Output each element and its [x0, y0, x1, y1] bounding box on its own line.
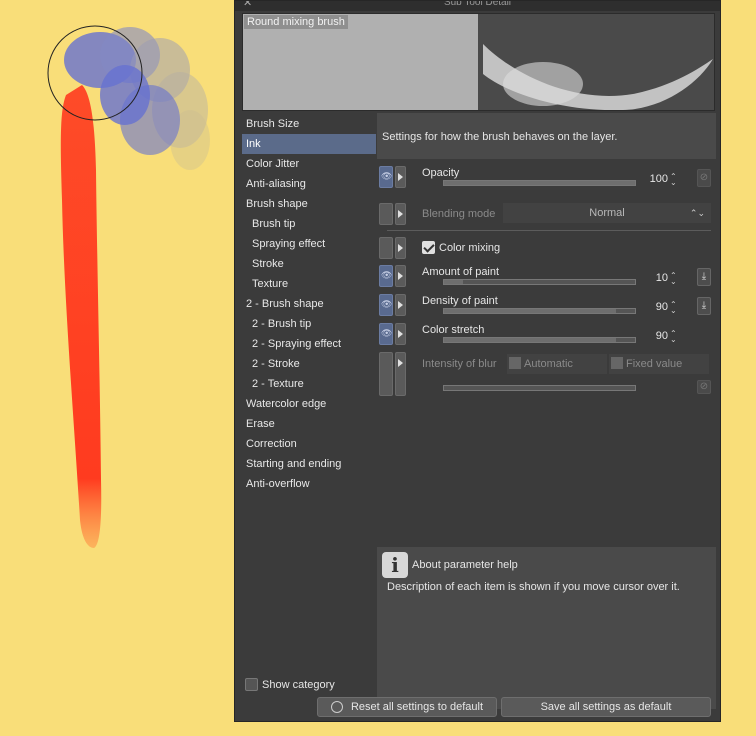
amount-visibility-toggle[interactable]: 👁: [379, 265, 393, 287]
blending-expand-button[interactable]: [395, 203, 406, 225]
chevron-updown-icon: ⌃⌄: [689, 208, 705, 218]
amount-of-paint-value[interactable]: 10: [638, 272, 668, 284]
help-description: Description of each item is shown if you…: [387, 581, 680, 593]
color-stretch-slider[interactable]: [443, 337, 636, 343]
sidebar-item[interactable]: Anti-overflow: [242, 474, 376, 494]
sidebar-item[interactable]: Watercolor edge: [242, 394, 376, 414]
amount-of-paint-label: Amount of paint: [422, 266, 500, 278]
sidebar-item[interactable]: Brush tip: [242, 214, 376, 234]
color-stretch-value[interactable]: 90: [638, 330, 668, 342]
blur-fixed-label: Fixed value: [626, 358, 683, 370]
amount-pressure-icon[interactable]: ⤓: [697, 268, 711, 286]
blur-automatic-label: Automatic: [524, 358, 573, 370]
sidebar-item[interactable]: 2 - Brush tip: [242, 314, 376, 334]
opacity-spinner[interactable]: ⌃ ⌄: [670, 173, 677, 187]
parameter-help-panel: i About parameter help Description of ea…: [377, 547, 716, 709]
intensity-of-blur-slider[interactable]: [443, 385, 636, 391]
blur-pressure-icon[interactable]: ⊘: [697, 380, 711, 394]
title-bar: ✕ Sub Tool Detail: [235, 1, 720, 11]
sidebar-item[interactable]: Anti-aliasing: [242, 174, 376, 194]
help-title: About parameter help: [412, 559, 518, 571]
reset-all-button[interactable]: Reset all settings to default: [317, 697, 497, 717]
red-stroke: [60, 85, 102, 548]
save-all-button[interactable]: Save all settings as default: [501, 697, 711, 717]
density-spinner[interactable]: ⌃ ⌄: [670, 301, 677, 315]
sidebar-item[interactable]: Erase: [242, 414, 376, 434]
show-category-label: Show category: [262, 678, 335, 691]
blur-visibility-toggle[interactable]: [379, 352, 393, 396]
blending-mode-select[interactable]: Normal ⌃⌄: [503, 203, 711, 223]
category-description: Settings for how the brush behaves on th…: [377, 113, 716, 159]
tool-name-label: Round mixing brush: [244, 15, 348, 29]
sidebar-item[interactable]: 2 - Spraying effect: [242, 334, 376, 354]
show-category-option[interactable]: Show category: [245, 678, 335, 691]
eye-icon: 👁: [381, 270, 393, 280]
opacity-visibility-toggle[interactable]: 👁: [379, 166, 393, 188]
intensity-of-blur-label: Intensity of blur: [422, 358, 497, 370]
brush-strokes: [47, 25, 210, 548]
sidebar-item[interactable]: Correction: [242, 434, 376, 454]
eye-icon: 👁: [381, 328, 393, 338]
opacity-value[interactable]: 100: [638, 173, 668, 185]
brush-preview: Round mixing brush: [242, 13, 715, 111]
category-sidebar: Brush Size Ink Color Jitter Anti-aliasing Br…: [242, 114, 376, 709]
blending-mode-label: Blending mode: [422, 208, 496, 220]
color-mixing-label: Color mixing: [439, 242, 501, 254]
reset-icon: [330, 701, 343, 713]
automatic-icon: [509, 357, 521, 369]
color-mixing-visibility-toggle[interactable]: [379, 237, 393, 259]
window-title: Sub Tool Detail: [443, 0, 512, 8]
sidebar-item[interactable]: Spraying effect: [242, 234, 376, 254]
opacity-pressure-icon[interactable]: ⊘: [697, 169, 711, 187]
density-expand-button[interactable]: [395, 294, 406, 316]
stretch-spinner[interactable]: ⌃ ⌄: [670, 330, 677, 344]
fixed-value-icon: [611, 357, 623, 369]
sidebar-item[interactable]: Stroke: [242, 254, 376, 274]
sub-tool-detail-panel: ✕ Sub Tool Detail Round mixing brush Bru…: [234, 0, 721, 722]
stretch-expand-button[interactable]: [395, 323, 406, 345]
sidebar-item[interactable]: 2 - Brush shape: [242, 294, 376, 314]
sidebar-item[interactable]: Color Jitter: [242, 154, 376, 174]
sidebar-item[interactable]: Starting and ending: [242, 454, 376, 474]
density-of-paint-label: Density of paint: [422, 295, 498, 307]
blending-mode-value: Normal: [589, 207, 625, 219]
show-category-checkbox[interactable]: [245, 678, 258, 691]
reset-all-label: Reset all settings to default: [350, 701, 484, 713]
sidebar-item[interactable]: Ink: [242, 134, 376, 154]
drawing-canvas[interactable]: [0, 0, 234, 736]
info-icon: i: [382, 552, 408, 578]
density-of-paint-value[interactable]: 90: [638, 301, 668, 313]
opacity-expand-button[interactable]: [395, 166, 406, 188]
save-all-label: Save all settings as default: [540, 701, 672, 713]
divider: [387, 230, 711, 231]
amount-expand-button[interactable]: [395, 265, 406, 287]
sidebar-item[interactable]: 2 - Stroke: [242, 354, 376, 374]
blur-fixed-option[interactable]: Fixed value: [609, 354, 709, 374]
sidebar-item[interactable]: Brush shape: [242, 194, 376, 214]
color-mixing-checkbox[interactable]: [422, 241, 435, 254]
opacity-slider[interactable]: [443, 180, 636, 186]
blending-visibility-toggle[interactable]: [379, 203, 393, 225]
eye-icon: 👁: [381, 171, 393, 181]
density-pressure-icon[interactable]: ⤓: [697, 297, 711, 315]
opacity-label: Opacity: [422, 167, 460, 179]
stretch-visibility-toggle[interactable]: 👁: [379, 323, 393, 345]
amount-of-paint-slider[interactable]: [443, 279, 636, 285]
sidebar-item[interactable]: Brush Size: [242, 114, 376, 134]
blur-automatic-option[interactable]: Automatic: [507, 354, 607, 374]
density-visibility-toggle[interactable]: 👁: [379, 294, 393, 316]
color-mixing-expand-button[interactable]: [395, 237, 406, 259]
color-stretch-label: Color stretch: [422, 324, 485, 336]
blur-expand-button[interactable]: [395, 352, 406, 396]
eye-icon: 👁: [381, 299, 393, 309]
density-of-paint-slider[interactable]: [443, 308, 636, 314]
amount-spinner[interactable]: ⌃ ⌄: [670, 272, 677, 286]
sidebar-item[interactable]: Texture: [242, 274, 376, 294]
sidebar-item[interactable]: 2 - Texture: [242, 374, 376, 394]
